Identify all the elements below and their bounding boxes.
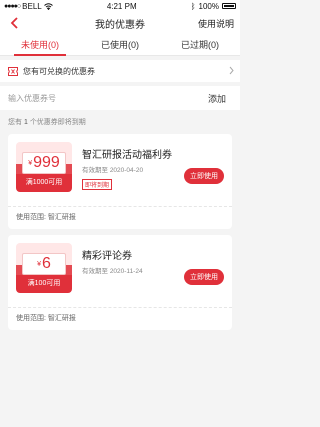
redeem-label: 您有可兑换的优惠券 <box>23 66 95 76</box>
battery-icon <box>221 3 236 9</box>
expiry-date: 2020-11-24 <box>109 268 143 275</box>
status-bar: ●●●●○ BELL 4:21 PM ᛒ 100% <box>0 0 240 12</box>
coupon-card: ¥ 6 满100可用 精彩评论券 有效期至 2020-11-24 立即使用 使用… <box>8 235 232 330</box>
chevron-right-icon <box>229 66 234 75</box>
coupon-threshold: 满100可用 <box>16 275 72 293</box>
scope-label: 使用范围: <box>16 315 46 322</box>
expiring-badge: 即将到期 <box>82 179 113 190</box>
bluetooth-icon: ᛒ <box>190 1 196 11</box>
usage-instructions-link[interactable]: 使用说明 <box>198 17 234 30</box>
coupon-envelope: ¥ 6 满100可用 <box>16 243 72 293</box>
wifi-icon <box>43 2 53 10</box>
coupon-title: 精彩评论券 <box>82 251 132 262</box>
signal-icon: ●●●●○ <box>4 2 21 10</box>
use-now-button[interactable]: 立即使用 <box>184 168 224 184</box>
page-title: 我的优惠券 <box>95 19 145 31</box>
carrier-label: BELL <box>22 1 42 11</box>
expiry-label: 有效期至 <box>82 167 108 174</box>
tab-expired[interactable]: 已过期(0) <box>160 34 240 55</box>
battery-percent: 100% <box>198 1 219 11</box>
chevron-left-icon <box>10 17 18 29</box>
coupon-card: ¥ 999 满1000可用 智汇研报活动福利券 有效期至 2020-04-20 … <box>8 134 232 229</box>
nav-bar: 我的优惠券 使用说明 <box>0 12 240 34</box>
notice-count: 1 <box>23 119 28 126</box>
back-button[interactable] <box>6 15 22 31</box>
coupon-code-row: 添加 <box>0 86 240 110</box>
coupon-scope: 使用范围: 智汇研报 <box>16 308 224 330</box>
scope-value: 智汇研报 <box>47 315 76 322</box>
redeemable-coupons-row[interactable]: 您有可兑换的优惠券 <box>0 60 240 82</box>
notice-suffix: 个优惠券即将到期 <box>29 119 86 126</box>
coupon-tabs: 未使用(0) 已使用(0) 已过期(0) <box>0 34 240 56</box>
expiry-label: 有效期至 <box>82 268 108 275</box>
coupon-amount: 6 <box>42 255 51 272</box>
coupon-title: 智汇研报活动福利券 <box>82 150 172 161</box>
ticket-icon <box>8 66 18 76</box>
status-time: 4:21 PM <box>106 1 137 11</box>
add-coupon-button[interactable]: 添加 <box>202 92 232 105</box>
expiry-date: 2020-04-20 <box>109 167 144 174</box>
scope-value: 智汇研报 <box>47 214 76 221</box>
expiring-notice: 您有 1 个优惠券即将到期 <box>0 118 240 128</box>
coupon-amount: 999 <box>33 154 60 171</box>
tab-unused[interactable]: 未使用(0) <box>0 34 80 56</box>
coupon-code-input[interactable] <box>8 93 202 103</box>
notice-prefix: 您有 <box>8 119 22 126</box>
coupon-currency: ¥ <box>37 260 41 268</box>
scope-label: 使用范围: <box>16 214 46 221</box>
coupon-currency: ¥ <box>28 159 33 167</box>
coupon-scope: 使用范围: 智汇研报 <box>16 207 224 229</box>
use-now-button[interactable]: 立即使用 <box>184 269 224 285</box>
coupon-envelope: ¥ 999 满1000可用 <box>16 142 72 192</box>
coupon-threshold: 满1000可用 <box>16 174 72 192</box>
tab-used[interactable]: 已使用(0) <box>80 34 160 55</box>
